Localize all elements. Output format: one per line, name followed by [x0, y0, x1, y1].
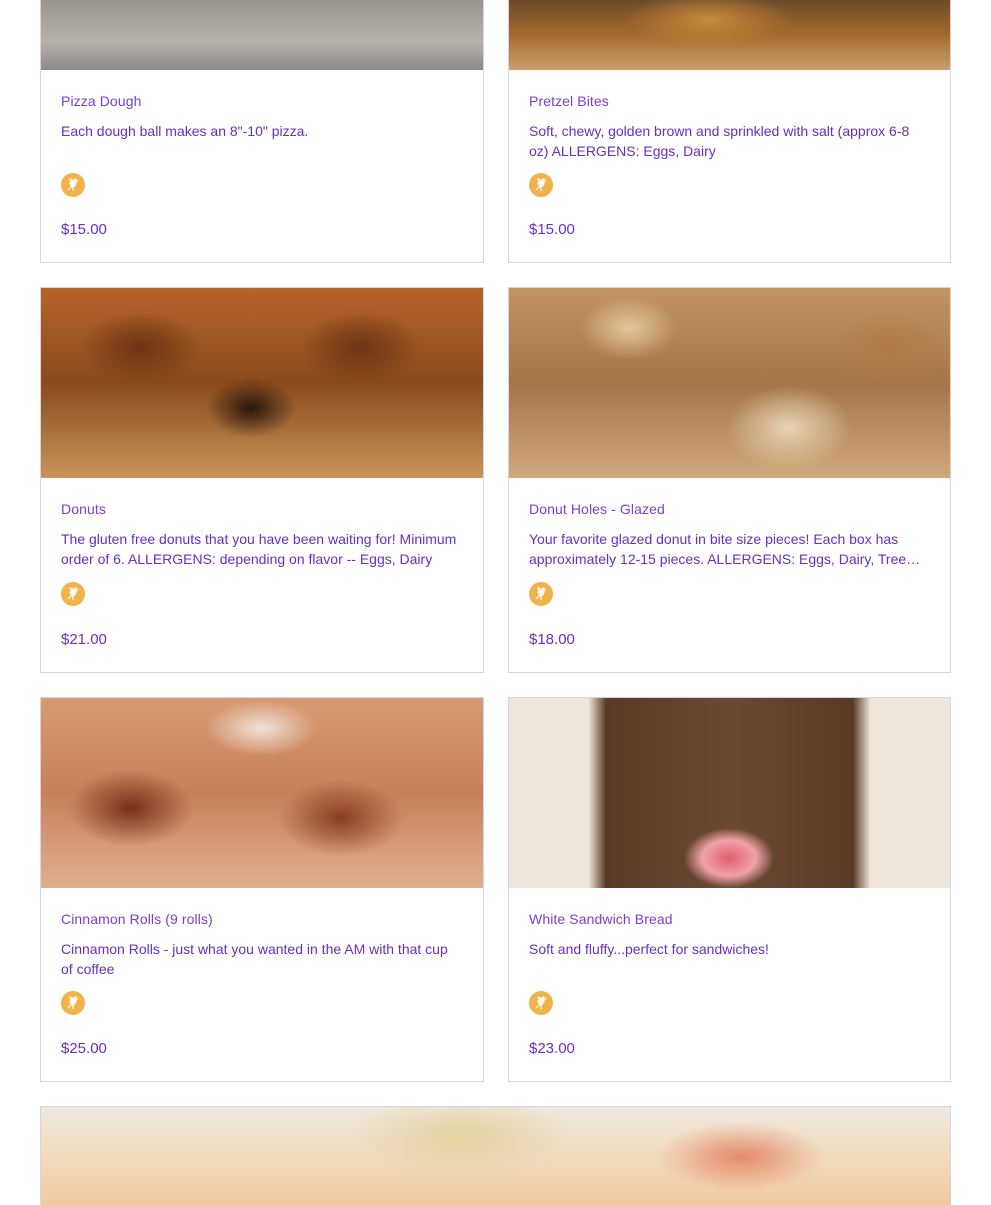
- product-price: $15.00: [61, 221, 107, 238]
- product-image[interactable]: [509, 0, 950, 70]
- product-image[interactable]: [41, 288, 483, 478]
- product-card-white-sandwich-bread[interactable]: White Sandwich Bread Soft and fluffy...p…: [508, 697, 951, 1082]
- product-card-donut-holes[interactable]: Donut Holes - Glazed Your favorite glaze…: [508, 287, 951, 673]
- product-description: Your favorite glazed donut in bite size …: [529, 531, 907, 567]
- product-image[interactable]: [509, 698, 950, 888]
- product-description: The gluten free donuts that you have bee…: [61, 531, 457, 567]
- product-image[interactable]: [41, 0, 483, 70]
- product-description: Cinnamon Rolls - just what you wanted in…: [61, 941, 448, 977]
- product-title[interactable]: Cinnamon Rolls (9 rolls): [61, 911, 213, 927]
- product-title[interactable]: Pretzel Bites: [529, 93, 609, 109]
- product-price: $23.00: [529, 1040, 575, 1057]
- product-description: Soft, chewy, golden brown and sprinkled …: [529, 123, 910, 159]
- product-price: $15.00: [529, 221, 575, 238]
- wheat-free-icon: [529, 173, 553, 197]
- product-title[interactable]: Donuts: [61, 501, 106, 517]
- wheat-free-icon: [529, 582, 553, 606]
- product-title[interactable]: White Sandwich Bread: [529, 911, 673, 927]
- wheat-free-icon: [61, 582, 85, 606]
- product-card-donuts[interactable]: Donuts The gluten free donuts that you h…: [40, 287, 484, 673]
- product-description: Soft and fluffy...perfect for sandwiches…: [529, 941, 769, 957]
- product-title[interactable]: Pizza Dough: [61, 93, 141, 109]
- product-image[interactable]: [509, 288, 950, 478]
- wheat-free-icon: [61, 173, 85, 197]
- product-description: Each dough ball makes an 8"-10" pizza.: [61, 123, 309, 139]
- product-price: $21.00: [61, 631, 107, 648]
- product-card-pretzel-bites[interactable]: Pretzel Bites Soft, chewy, golden brown …: [508, 0, 951, 263]
- product-card-pizza-dough[interactable]: Pizza Dough Each dough ball makes an 8"-…: [40, 0, 484, 263]
- product-image[interactable]: [41, 698, 483, 888]
- wheat-free-icon: [61, 991, 85, 1015]
- product-price: $18.00: [529, 631, 575, 648]
- product-title[interactable]: Donut Holes - Glazed: [529, 501, 665, 517]
- wheat-free-icon: [529, 991, 553, 1015]
- product-card-next[interactable]: [40, 1106, 951, 1205]
- product-card-cinnamon-rolls[interactable]: Cinnamon Rolls (9 rolls) Cinnamon Rolls …: [40, 697, 484, 1082]
- product-image[interactable]: [41, 1107, 950, 1205]
- product-price: $25.00: [61, 1040, 107, 1057]
